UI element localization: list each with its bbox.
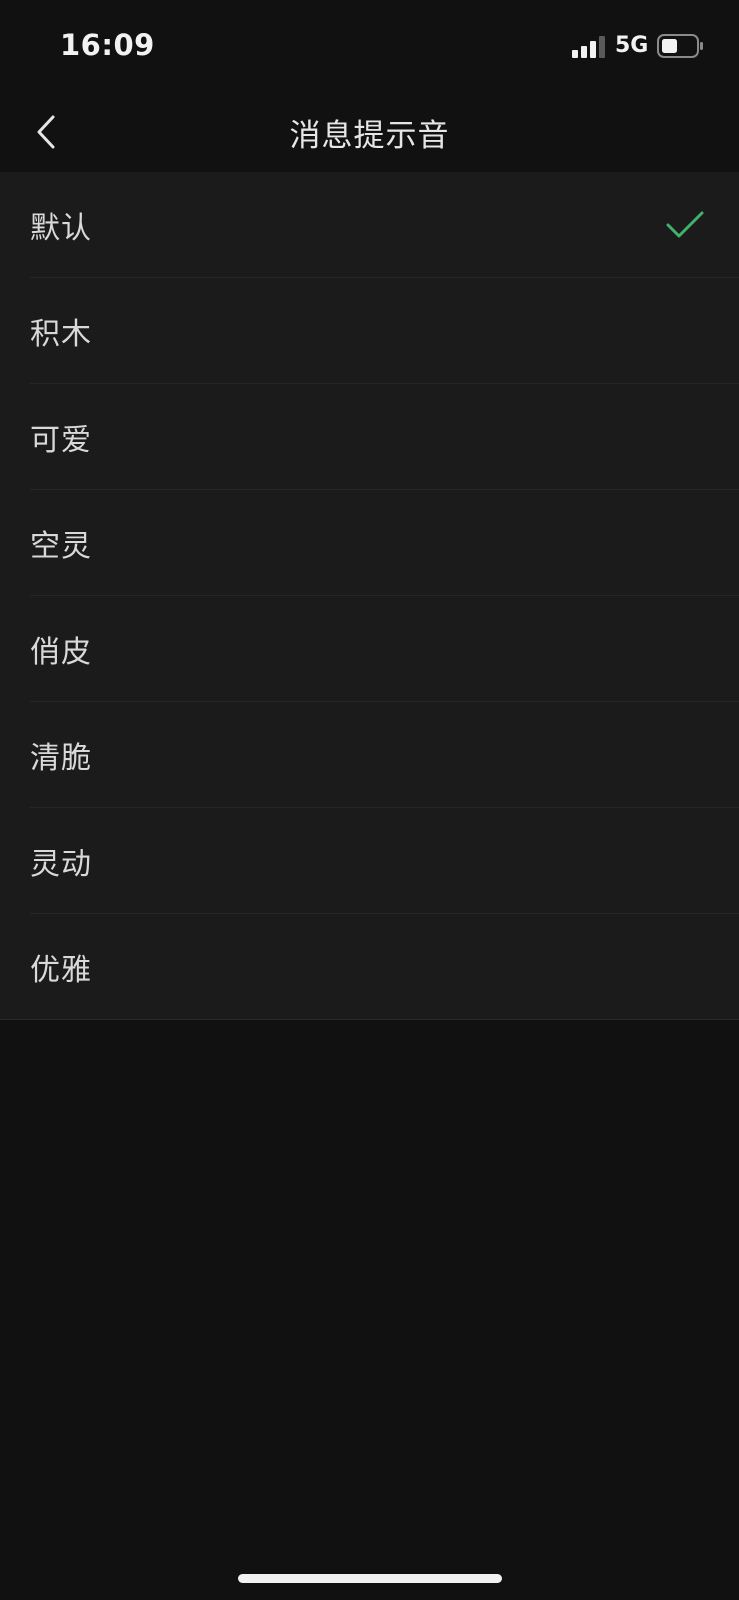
battery-icon: [657, 34, 703, 58]
status-time: 16:09: [60, 28, 155, 62]
sound-options-list: 默认 积木 可爱 空灵 俏皮 清脆 灵动 优雅: [0, 172, 739, 1020]
sound-option-elegant[interactable]: 优雅: [0, 914, 739, 1020]
sound-option-label: 空灵: [30, 529, 92, 564]
sound-option-crisp[interactable]: 清脆: [0, 702, 739, 808]
sound-option-lively[interactable]: 灵动: [0, 808, 739, 914]
page-title: 消息提示音: [289, 118, 450, 154]
cellular-signal-icon: [572, 36, 605, 58]
status-bar: 16:09 5G: [0, 0, 739, 92]
sound-option-ethereal[interactable]: 空灵: [0, 490, 739, 596]
sound-option-playful[interactable]: 俏皮: [0, 596, 739, 702]
home-indicator[interactable]: [238, 1574, 502, 1583]
sound-option-cute[interactable]: 可爱: [0, 384, 739, 490]
sound-option-label: 俏皮: [30, 635, 92, 670]
sound-option-label: 灵动: [30, 847, 92, 882]
sound-option-label: 可爱: [30, 423, 92, 458]
network-type: 5G: [615, 33, 649, 58]
sound-option-label: 默认: [30, 211, 92, 246]
checkmark-icon: [666, 211, 704, 238]
sound-option-label: 积木: [30, 317, 92, 352]
sound-option-blocks[interactable]: 积木: [0, 278, 739, 384]
sound-option-label: 清脆: [30, 741, 92, 776]
navigation-bar: 消息提示音: [0, 92, 739, 172]
sound-option-label: 优雅: [30, 953, 92, 988]
sound-option-default[interactable]: 默认: [0, 172, 739, 278]
